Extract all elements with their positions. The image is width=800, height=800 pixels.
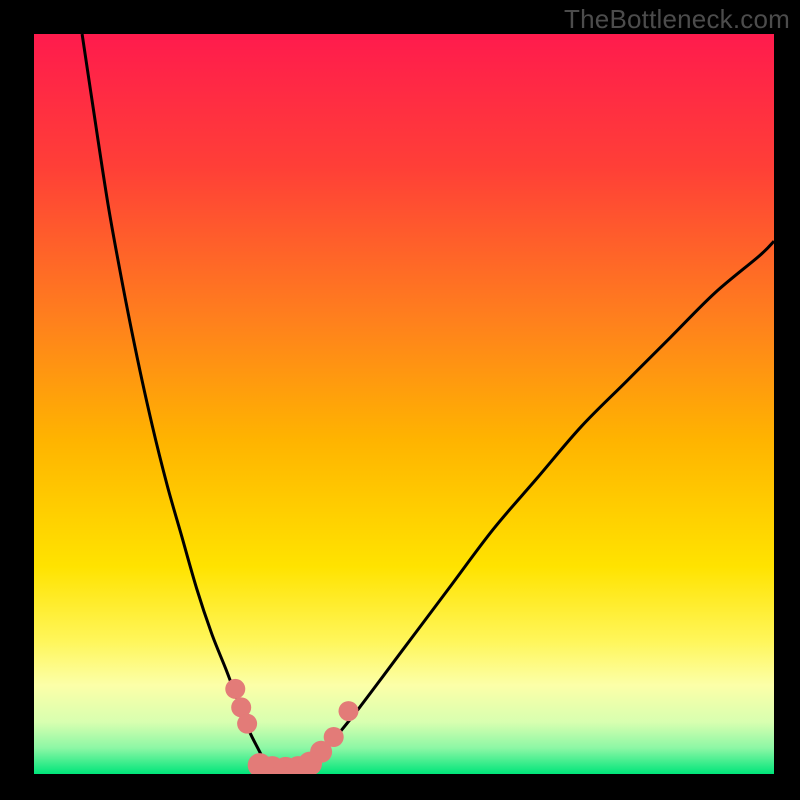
- chart-frame: TheBottleneck.com: [0, 0, 800, 800]
- marker-dot: [237, 714, 257, 734]
- marker-dot: [324, 727, 344, 747]
- marker-dot: [225, 679, 245, 699]
- gradient-background: [34, 34, 774, 774]
- watermark-text: TheBottleneck.com: [564, 4, 790, 35]
- bottleneck-chart: [0, 0, 800, 800]
- marker-dot: [339, 701, 359, 721]
